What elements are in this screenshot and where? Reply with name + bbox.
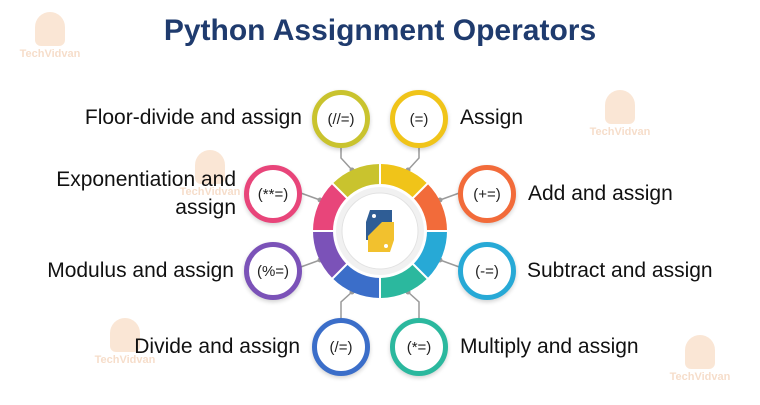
subtract-assign-operator: (-=): [458, 242, 516, 300]
add-assign-label: Add and assign: [528, 182, 673, 205]
divide-assign-operator: (/=): [312, 318, 370, 376]
multiply-assign-label: Multiply and assign: [460, 335, 639, 358]
exponentiation-assign-label: Exponentiation and assign: [56, 168, 236, 219]
divide-assign-label: Divide and assign: [134, 335, 300, 358]
add-assign-operator: (+=): [458, 165, 516, 223]
assign-operator: (=): [390, 90, 448, 148]
modulus-assign-label: Modulus and assign: [47, 259, 234, 282]
subtract-assign-label: Subtract and assign: [527, 259, 713, 282]
floor-divide-assign-operator: (//=): [312, 90, 370, 148]
multiply-assign-operator: (*=): [390, 318, 448, 376]
floor-divide-assign-label: Floor-divide and assign: [84, 106, 302, 129]
exponentiation-assign-operator: (**=): [244, 165, 302, 223]
assign-label: Assign: [460, 106, 524, 129]
python-logo-icon: [366, 210, 394, 252]
modulus-assign-operator: (%=): [244, 242, 302, 300]
